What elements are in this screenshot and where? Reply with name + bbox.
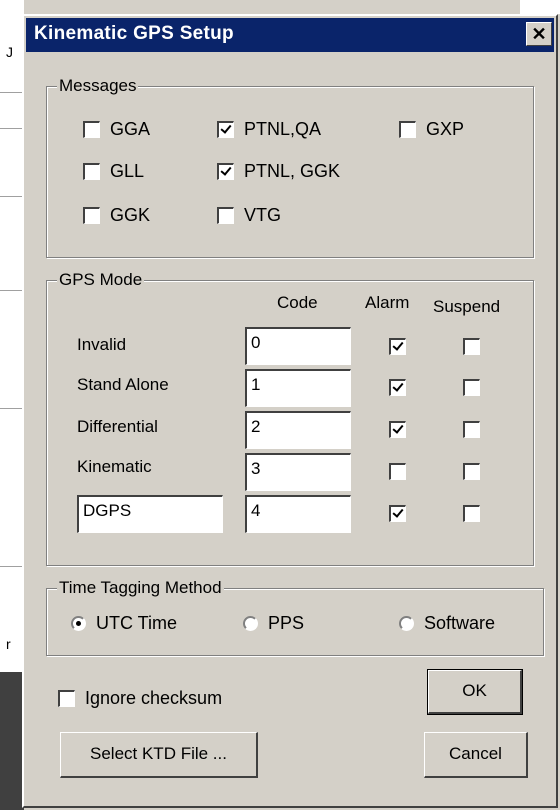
message-ggk-checkbox[interactable] [83, 207, 100, 224]
message-ptnl-qa-checkbox[interactable] [217, 121, 234, 138]
message-vtg-checkbox[interactable] [217, 207, 234, 224]
alarm-checkbox-stand-alone[interactable] [389, 379, 406, 396]
message-gll[interactable]: GLL [83, 161, 144, 182]
ok-button[interactable]: OK [427, 669, 523, 715]
gps-mode-name: Kinematic [77, 457, 152, 476]
radio-pps-label: PPS [268, 613, 305, 633]
background-divider [0, 566, 24, 567]
kinematic-gps-setup-dialog: Kinematic GPS Setup ✕ Messages GGA PTNL,… [22, 14, 558, 808]
radio-software[interactable]: Software [399, 613, 495, 634]
background-divider [0, 128, 24, 129]
code-field-invalid[interactable]: 0 [245, 327, 351, 365]
background-text: r [6, 636, 11, 652]
messages-legend: Messages [57, 76, 139, 96]
message-gxp[interactable]: GXP [399, 119, 464, 140]
suspend-checkbox-differential[interactable] [463, 421, 480, 438]
message-gxp-checkbox[interactable] [399, 121, 416, 138]
message-ggk[interactable]: GGK [83, 205, 150, 226]
message-ptnl-qa[interactable]: PTNL,QA [217, 119, 321, 140]
message-gll-label: GLL [110, 161, 145, 181]
background-divider [0, 92, 24, 93]
message-ptnl-ggk-label: PTNL, GGK [244, 161, 341, 181]
suspend-column-header: Suspend [433, 297, 501, 316]
radio-pps[interactable]: PPS [243, 613, 304, 634]
background-window-corner [520, 0, 560, 14]
radio-software-button[interactable] [399, 616, 414, 631]
message-ptnl-ggk[interactable]: PTNL, GGK [217, 161, 340, 182]
background-text: J [6, 44, 13, 60]
code-field-dgps[interactable]: 4 [245, 495, 351, 533]
gps-mode-legend: GPS Mode [57, 270, 145, 290]
code-field-kinematic[interactable]: 3 [245, 453, 351, 491]
close-button[interactable]: ✕ [526, 22, 552, 46]
gps-mode-group: GPS Mode Code Alarm Suspend Invalid 0 St… [46, 270, 534, 566]
alarm-checkbox-kinematic[interactable] [389, 463, 406, 480]
messages-group: Messages GGA PTNL,QA GXP GLL PTNL, GGK G… [46, 76, 534, 258]
message-ptnl-ggk-checkbox[interactable] [217, 163, 234, 180]
background-divider [0, 290, 24, 291]
code-column-header: Code [277, 293, 318, 312]
message-gxp-label: GXP [426, 119, 465, 139]
alarm-checkbox-dgps[interactable] [389, 505, 406, 522]
message-vtg[interactable]: VTG [217, 205, 281, 226]
message-gll-checkbox[interactable] [83, 163, 100, 180]
code-field-differential[interactable]: 2 [245, 411, 351, 449]
radio-utc-time-label: UTC Time [96, 613, 177, 633]
message-ptnl-qa-label: PTNL,QA [244, 119, 322, 139]
suspend-checkbox-kinematic[interactable] [463, 463, 480, 480]
alarm-checkbox-invalid[interactable] [389, 338, 406, 355]
gps-mode-name: Stand Alone [77, 375, 169, 394]
message-ggk-label: GGK [110, 205, 151, 225]
suspend-checkbox-dgps[interactable] [463, 505, 480, 522]
radio-software-label: Software [424, 613, 496, 633]
background-divider [0, 408, 24, 409]
time-tagging-legend: Time Tagging Method [57, 578, 224, 598]
radio-utc-time-button[interactable] [71, 616, 86, 631]
ignore-checksum[interactable]: Ignore checksum [58, 688, 222, 709]
suspend-checkbox-invalid[interactable] [463, 338, 480, 355]
radio-utc-time[interactable]: UTC Time [71, 613, 177, 634]
gps-mode-name: Differential [77, 417, 158, 436]
cancel-button[interactable]: Cancel [424, 732, 528, 778]
ignore-checksum-label: Ignore checksum [85, 688, 223, 708]
custom-mode-name-field[interactable]: DGPS [77, 495, 223, 533]
message-gga-label: GGA [110, 119, 151, 139]
gps-mode-name: Invalid [77, 335, 127, 354]
time-tagging-group: Time Tagging Method UTC Time PPS Softwar… [46, 578, 544, 656]
message-vtg-label: VTG [244, 205, 282, 225]
alarm-column-header: Alarm [365, 293, 410, 312]
title-bar[interactable]: Kinematic GPS Setup ✕ [26, 18, 554, 52]
dialog-title: Kinematic GPS Setup [34, 23, 234, 44]
radio-pps-button[interactable] [243, 616, 258, 631]
background-divider [0, 196, 24, 197]
select-ktd-file-button[interactable]: Select KTD File ... [60, 732, 258, 778]
message-gga-checkbox[interactable] [83, 121, 100, 138]
background-panel [0, 672, 24, 810]
code-field-stand-alone[interactable]: 1 [245, 369, 351, 407]
suspend-checkbox-stand-alone[interactable] [463, 379, 480, 396]
alarm-checkbox-differential[interactable] [389, 421, 406, 438]
message-gga[interactable]: GGA [83, 119, 150, 140]
close-icon: ✕ [531, 24, 547, 44]
ignore-checksum-checkbox[interactable] [58, 690, 75, 707]
